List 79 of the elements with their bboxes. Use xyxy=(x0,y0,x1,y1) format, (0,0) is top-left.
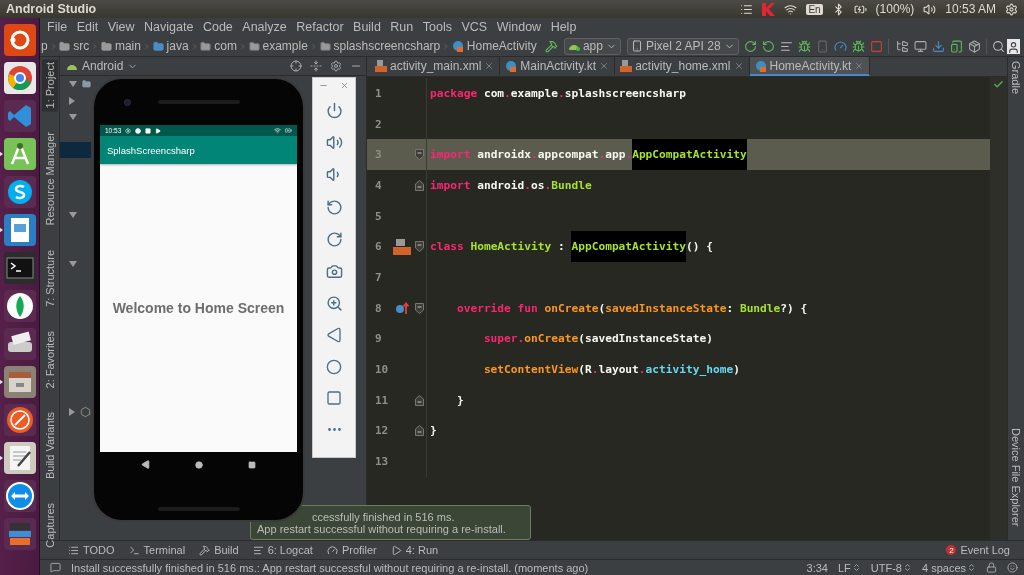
breadcrumb-item[interactable]: main xyxy=(114,39,141,53)
side-tab[interactable]: Gradle xyxy=(1010,61,1022,95)
notification-text: App restart successful without requiring a re-install. xyxy=(257,522,507,535)
notification-count: 2 xyxy=(946,545,957,555)
menu-item[interactable]: Navigate xyxy=(144,20,194,34)
breadcrumb-item[interactable]: java xyxy=(166,39,189,53)
menu-item[interactable]: Analyze xyxy=(242,20,287,34)
breadcrumb-item[interactable]: HomeActivity xyxy=(466,39,537,53)
menu-item[interactable]: Build xyxy=(353,20,381,34)
configuration-dropdown[interactable]: app xyxy=(563,37,621,55)
menu-item[interactable]: Run xyxy=(390,20,414,34)
breadcrumb-item[interactable]: example xyxy=(262,39,308,53)
menu-item[interactable]: Code xyxy=(202,20,233,34)
window-title: Android Studio xyxy=(6,2,97,16)
code-line: import android.os.Bundle xyxy=(429,177,592,194)
menu-item[interactable]: View xyxy=(107,20,135,34)
line-number: 1 xyxy=(374,86,383,100)
welcome-text: Welcome to Home Screen xyxy=(112,300,285,316)
status-message: Install successfully finished in 516 ms.: App restart successful without requiring a re-install. (moments ago) xyxy=(71,561,590,574)
encoding-selector[interactable]: UTF-8 xyxy=(870,561,912,574)
code-line: override fun onCreate(savedInstanceState: Bundle?) { xyxy=(455,300,808,317)
editor-tab[interactable]: activity_home.xml xyxy=(615,57,750,76)
menu-item[interactable]: Refactor xyxy=(296,20,344,34)
side-tab[interactable]: Device File Explorer xyxy=(1010,427,1022,526)
tool-window-tab[interactable]: Build xyxy=(199,544,239,556)
notification-text: ccessfully finished in 516 ms. xyxy=(311,510,456,523)
tool-window-tab[interactable]: 4: Run xyxy=(390,544,439,556)
code-line: package com.example.splashscreencsharp xyxy=(429,85,686,102)
tool-window-tab[interactable]: TODO xyxy=(68,544,115,556)
side-tab[interactable]: 7: Structure xyxy=(41,247,58,310)
menu-item[interactable]: Window xyxy=(496,20,542,34)
code-line: } xyxy=(429,423,437,440)
tool-window-tab[interactable]: Profiler xyxy=(326,544,377,556)
side-tab[interactable]: Build Variants xyxy=(41,409,58,483)
side-tab[interactable]: Captures xyxy=(41,500,58,552)
line-number: 9 xyxy=(374,332,383,346)
menu-item[interactable]: File xyxy=(47,20,68,34)
line-number: 5 xyxy=(374,209,383,223)
breadcrumb-item[interactable]: splashscreencsharp xyxy=(333,39,441,53)
side-tab[interactable]: Resource Manager xyxy=(41,129,58,230)
menu-item[interactable]: Tools xyxy=(422,20,452,34)
editor-tab[interactable]: MainActivity.kt xyxy=(500,57,616,76)
app-title: SplashScreencsharp xyxy=(107,144,195,156)
code-line: class HomeActivity : AppCompatActivity() { xyxy=(427,231,713,263)
indent-selector[interactable]: 4 spaces xyxy=(921,561,976,574)
breadcrumb-item[interactable]: com xyxy=(214,39,237,53)
event-log-tab[interactable]: 2 Event Log xyxy=(946,544,1010,556)
clock[interactable]: 10:53 AM xyxy=(945,2,996,16)
line-number: 7 xyxy=(374,270,383,284)
menu-item[interactable]: Help xyxy=(550,20,577,34)
line-number: 12 xyxy=(374,424,389,438)
breadcrumb-item[interactable]: p xyxy=(41,39,48,53)
side-tab[interactable]: 1: Project xyxy=(41,59,58,112)
line-number: 13 xyxy=(374,455,389,469)
menu-item[interactable]: Edit xyxy=(76,20,99,34)
view-selector[interactable]: Android xyxy=(82,59,124,73)
line-number: 3 xyxy=(374,148,383,162)
editor-tab[interactable]: activity_main.xml xyxy=(370,57,501,76)
editor-tab[interactable]: HomeActivity.kt xyxy=(749,57,871,76)
line-number: 8 xyxy=(374,301,383,315)
device-dropdown[interactable]: Pixel 2 API 28 xyxy=(626,37,739,55)
line-number: 4 xyxy=(374,178,383,192)
line-number: 10 xyxy=(374,363,389,377)
caret-position[interactable]: 3:34 xyxy=(806,561,828,574)
tool-window-tab[interactable]: Terminal xyxy=(128,544,186,556)
keyboard-layout-indicator[interactable]: En xyxy=(806,3,823,15)
code-line: setContentView(R.layout.activity_home) xyxy=(482,362,740,379)
side-tab[interactable]: 2: Favorites xyxy=(41,327,58,392)
code-line: } xyxy=(455,392,464,409)
line-number: 6 xyxy=(374,240,383,254)
menu-item[interactable]: VCS xyxy=(461,20,488,34)
code-line: import androidx.appcompat.app.AppCompatActivity xyxy=(427,139,747,171)
line-ending-selector[interactable]: LF xyxy=(837,561,861,574)
code-line: super.onCreate(savedInstanceState) xyxy=(482,331,713,348)
battery-level: (100%) xyxy=(875,2,915,16)
tool-window-tab[interactable]: 6: Logcat xyxy=(252,544,313,556)
breadcrumb-item[interactable]: src xyxy=(73,39,90,53)
line-number: 11 xyxy=(374,393,389,407)
line-number: 2 xyxy=(374,117,383,131)
